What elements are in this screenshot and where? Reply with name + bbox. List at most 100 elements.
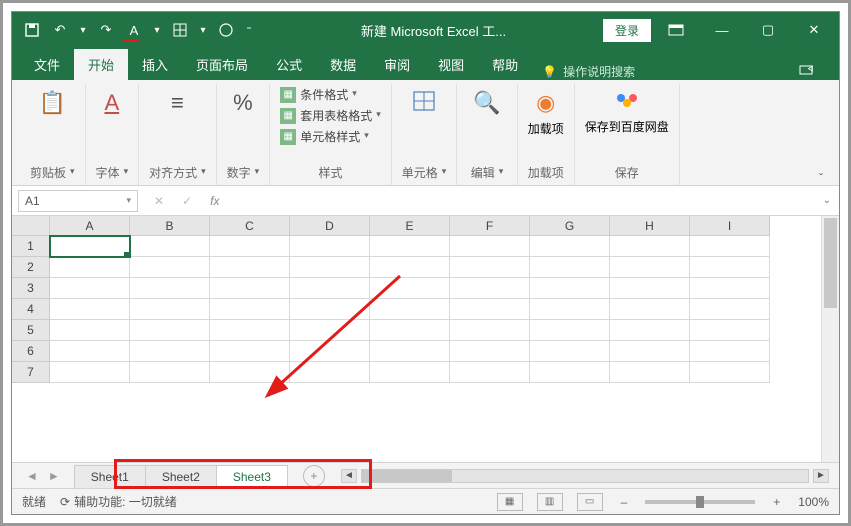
login-button[interactable]: 登录 bbox=[603, 19, 651, 42]
cell[interactable] bbox=[50, 257, 130, 278]
cell[interactable] bbox=[130, 257, 210, 278]
cell[interactable] bbox=[210, 362, 290, 383]
cell[interactable] bbox=[210, 236, 290, 257]
baidu-icon[interactable] bbox=[609, 86, 645, 120]
cell[interactable] bbox=[370, 257, 450, 278]
tab-layout[interactable]: 页面布局 bbox=[182, 49, 262, 80]
cell[interactable] bbox=[690, 362, 770, 383]
row-header[interactable]: 2 bbox=[12, 257, 50, 278]
cell[interactable] bbox=[370, 299, 450, 320]
cell[interactable] bbox=[210, 278, 290, 299]
table-format-button[interactable]: ▦套用表格格式 ▾ bbox=[280, 107, 381, 124]
circle-icon[interactable] bbox=[216, 20, 236, 40]
tab-formulas[interactable]: 公式 bbox=[262, 49, 316, 80]
cell[interactable] bbox=[610, 236, 690, 257]
expand-formula-bar-icon[interactable]: ⌄ bbox=[815, 195, 839, 206]
column-header[interactable]: B bbox=[130, 216, 210, 236]
qat-customize-icon[interactable]: ⁼ bbox=[244, 25, 254, 36]
cell[interactable] bbox=[130, 299, 210, 320]
ribbon-options-icon[interactable] bbox=[655, 12, 697, 48]
sheet-tab[interactable]: Sheet1 bbox=[74, 465, 146, 488]
cell[interactable] bbox=[450, 257, 530, 278]
share-button[interactable] bbox=[785, 63, 831, 80]
cell[interactable] bbox=[690, 236, 770, 257]
accessibility-status[interactable]: ⟳ 辅助功能: 一切就绪 bbox=[60, 493, 177, 510]
cell[interactable] bbox=[290, 320, 370, 341]
hscroll-left-icon[interactable]: ◄ bbox=[341, 469, 357, 483]
number-launcher-icon[interactable]: ▾ bbox=[255, 166, 260, 177]
cell[interactable] bbox=[690, 278, 770, 299]
page-layout-view-button[interactable]: ▥ bbox=[537, 493, 563, 511]
select-all-corner[interactable] bbox=[12, 216, 50, 236]
fx-icon[interactable]: fx bbox=[210, 194, 219, 208]
column-header[interactable]: H bbox=[610, 216, 690, 236]
cell[interactable] bbox=[130, 341, 210, 362]
tab-help[interactable]: 帮助 bbox=[478, 49, 532, 80]
tab-view[interactable]: 视图 bbox=[424, 49, 478, 80]
undo-icon[interactable]: ↶ bbox=[50, 20, 70, 40]
column-header[interactable]: E bbox=[370, 216, 450, 236]
cell[interactable] bbox=[450, 236, 530, 257]
cell[interactable] bbox=[450, 362, 530, 383]
cell[interactable] bbox=[290, 236, 370, 257]
tab-file[interactable]: 文件 bbox=[20, 49, 74, 80]
enter-formula-icon[interactable]: ✓ bbox=[182, 194, 192, 208]
cell[interactable] bbox=[290, 257, 370, 278]
zoom-slider[interactable] bbox=[645, 500, 755, 504]
cell[interactable] bbox=[610, 320, 690, 341]
cells-icon[interactable] bbox=[406, 86, 442, 122]
cell[interactable] bbox=[530, 278, 610, 299]
border-icon[interactable] bbox=[170, 20, 190, 40]
cell[interactable] bbox=[370, 278, 450, 299]
tab-home[interactable]: 开始 bbox=[74, 49, 128, 80]
add-sheet-button[interactable]: + bbox=[303, 465, 325, 487]
save-icon[interactable] bbox=[22, 20, 42, 40]
cell[interactable] bbox=[290, 278, 370, 299]
tab-data[interactable]: 数据 bbox=[316, 49, 370, 80]
zoom-out-button[interactable]: – bbox=[617, 495, 632, 509]
cell[interactable] bbox=[50, 278, 130, 299]
minimize-icon[interactable]: — bbox=[701, 12, 743, 48]
column-header[interactable]: I bbox=[690, 216, 770, 236]
cell[interactable] bbox=[210, 341, 290, 362]
hscroll-right-icon[interactable]: ► bbox=[813, 469, 829, 483]
clipboard-launcher-icon[interactable]: ▾ bbox=[70, 166, 75, 177]
cell[interactable] bbox=[50, 236, 130, 257]
cell[interactable] bbox=[690, 299, 770, 320]
paste-icon[interactable]: 📋 bbox=[33, 86, 72, 120]
cell[interactable] bbox=[450, 299, 530, 320]
cell[interactable] bbox=[450, 320, 530, 341]
cell[interactable] bbox=[50, 341, 130, 362]
font-icon[interactable]: A bbox=[98, 86, 125, 120]
cell[interactable] bbox=[130, 320, 210, 341]
cell[interactable] bbox=[450, 341, 530, 362]
cell[interactable] bbox=[690, 320, 770, 341]
sheet-tab[interactable]: Sheet3 bbox=[216, 465, 288, 488]
cell[interactable] bbox=[50, 362, 130, 383]
cell[interactable] bbox=[610, 278, 690, 299]
page-break-view-button[interactable]: ▭ bbox=[577, 493, 603, 511]
column-header[interactable]: D bbox=[290, 216, 370, 236]
cell[interactable] bbox=[530, 236, 610, 257]
cell[interactable] bbox=[610, 257, 690, 278]
cell[interactable] bbox=[690, 257, 770, 278]
row-header[interactable]: 1 bbox=[12, 236, 50, 257]
row-header[interactable]: 7 bbox=[12, 362, 50, 383]
tab-review[interactable]: 审阅 bbox=[370, 49, 424, 80]
close-icon[interactable]: ✕ bbox=[793, 12, 835, 48]
cell[interactable] bbox=[130, 236, 210, 257]
redo-icon[interactable]: ↷ bbox=[96, 20, 116, 40]
row-header[interactable]: 3 bbox=[12, 278, 50, 299]
tell-me-search[interactable]: 💡 操作说明搜索 bbox=[532, 63, 645, 80]
conditional-formatting-button[interactable]: ▦条件格式 ▾ bbox=[280, 86, 381, 103]
cell[interactable] bbox=[370, 362, 450, 383]
column-header[interactable]: G bbox=[530, 216, 610, 236]
cell[interactable] bbox=[610, 362, 690, 383]
cell[interactable] bbox=[130, 278, 210, 299]
maximize-icon[interactable]: ▢ bbox=[747, 12, 789, 48]
cell[interactable] bbox=[530, 362, 610, 383]
column-header[interactable]: A bbox=[50, 216, 130, 236]
cell[interactable] bbox=[210, 299, 290, 320]
worksheet-grid[interactable]: ABCDEFGHI 1234567 bbox=[12, 216, 839, 462]
addins-icon[interactable]: ◉ bbox=[530, 86, 561, 120]
